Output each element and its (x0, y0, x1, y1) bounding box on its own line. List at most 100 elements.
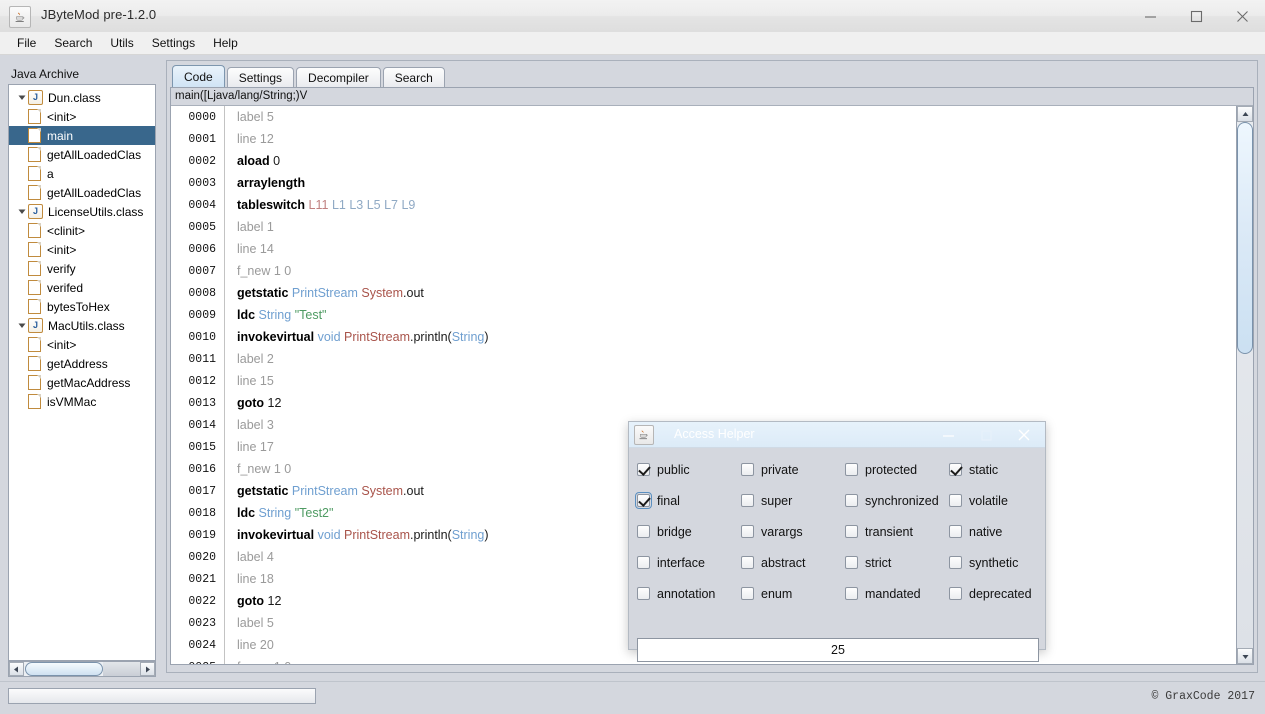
dialog-maximize-button[interactable] (967, 422, 1005, 448)
tree-hscroll-thumb[interactable] (25, 662, 103, 676)
minimize-button[interactable] (1127, 0, 1173, 32)
tab-search[interactable]: Search (382, 67, 445, 88)
checkbox-box-icon[interactable] (845, 463, 858, 476)
checkbox-box-icon[interactable] (949, 525, 962, 538)
tree-node-class[interactable]: J MacUtils.class (9, 316, 155, 335)
checkbox-super[interactable]: super (741, 485, 845, 516)
checkbox-final[interactable]: final (635, 485, 741, 516)
tree-node-method[interactable]: bytesToHex (9, 297, 155, 316)
checkbox-box-icon[interactable] (637, 556, 650, 569)
checkbox-abstract[interactable]: abstract (741, 547, 845, 578)
tree-node-method[interactable]: getMacAddress (9, 373, 155, 392)
scroll-up-icon[interactable] (1237, 106, 1253, 122)
code-vertical-scrollbar[interactable] (1236, 106, 1253, 664)
tab-decompiler[interactable]: Decompiler (296, 67, 381, 88)
checkbox-box-icon[interactable] (741, 556, 754, 569)
tree-node-method[interactable]: verifed (9, 278, 155, 297)
checkbox-box-icon[interactable] (741, 463, 754, 476)
checkbox-box-icon[interactable] (949, 494, 962, 507)
checkbox-box-icon[interactable] (637, 463, 650, 476)
bytecode-row[interactable]: 0003 arraylength (171, 172, 1236, 194)
tab-code[interactable]: Code (172, 65, 225, 88)
checkbox-synchronized[interactable]: synchronized (845, 485, 949, 516)
checkbox-box-icon[interactable] (637, 525, 650, 538)
close-button[interactable] (1219, 0, 1265, 32)
bytecode-row[interactable]: 0008 getstatic PrintStream System.out (171, 282, 1236, 304)
access-value-field[interactable]: 25 (637, 638, 1039, 662)
checkbox-box-icon[interactable] (637, 587, 650, 600)
checkbox-box-icon[interactable] (845, 525, 858, 538)
checkbox-static[interactable]: static (949, 454, 1049, 485)
dialog-titlebar[interactable]: Access Helper (629, 422, 1045, 448)
tree-node-class[interactable]: J LicenseUtils.class (9, 202, 155, 221)
code-vscroll-thumb[interactable] (1237, 122, 1253, 354)
checkbox-box-icon[interactable] (741, 494, 754, 507)
tree-hscroll-track[interactable] (103, 662, 140, 676)
checkbox-private[interactable]: private (741, 454, 845, 485)
tree-node-method[interactable]: <clinit> (9, 221, 155, 240)
bytecode-row[interactable]: 0004 tableswitch L11 L1 L3 L5 L7 L9 (171, 194, 1236, 216)
checkbox-synthetic[interactable]: synthetic (949, 547, 1049, 578)
scroll-left-icon[interactable] (9, 662, 24, 676)
java-archive-tree[interactable]: J Dun.class <init> main getAllLoadedClas a get… (8, 84, 156, 661)
tree-node-class[interactable]: J Dun.class (9, 88, 155, 107)
bytecode-row[interactable]: 0009 ldc String "Test" (171, 304, 1236, 326)
bytecode-row[interactable]: 0010 invokevirtual void PrintStream.print… (171, 326, 1236, 348)
checkbox-box-icon[interactable] (741, 525, 754, 538)
checkbox-mandated[interactable]: mandated (845, 578, 949, 609)
bytecode-row[interactable]: 0000 label 5 (171, 106, 1236, 128)
tree-node-method[interactable]: <init> (9, 107, 155, 126)
menu-item-search[interactable]: Search (45, 33, 101, 53)
bytecode-row[interactable]: 0007 f_new 1 0 (171, 260, 1236, 282)
checkbox-box-icon[interactable] (949, 556, 962, 569)
chevron-down-icon[interactable] (16, 202, 28, 221)
menu-item-help[interactable]: Help (204, 33, 247, 53)
tree-node-method[interactable]: <init> (9, 240, 155, 259)
tab-settings[interactable]: Settings (226, 67, 295, 88)
tree-node-method[interactable]: getAllLoadedClas (9, 145, 155, 164)
checkbox-protected[interactable]: protected (845, 454, 949, 485)
checkbox-box-icon[interactable] (949, 587, 962, 600)
menu-item-settings[interactable]: Settings (143, 33, 204, 53)
checkbox-volatile[interactable]: volatile (949, 485, 1049, 516)
tree-node-method[interactable]: getAddress (9, 354, 155, 373)
bytecode-row[interactable]: 0011 label 2 (171, 348, 1236, 370)
chevron-down-icon[interactable] (16, 88, 28, 107)
checkbox-transient[interactable]: transient (845, 516, 949, 547)
menu-item-utils[interactable]: Utils (101, 33, 142, 53)
scroll-down-icon[interactable] (1237, 648, 1253, 664)
checkbox-box-icon[interactable] (635, 492, 652, 509)
bytecode-row[interactable]: 0012 line 15 (171, 370, 1236, 392)
checkbox-bridge[interactable]: bridge (637, 516, 741, 547)
checkbox-box-icon[interactable] (741, 587, 754, 600)
code-vscroll-track[interactable] (1237, 122, 1253, 648)
checkbox-deprecated[interactable]: deprecated (949, 578, 1049, 609)
tree-horizontal-scrollbar[interactable] (8, 661, 156, 677)
checkbox-varargs[interactable]: varargs (741, 516, 845, 547)
tree-node-method[interactable]: main (9, 126, 155, 145)
checkbox-interface[interactable]: interface (637, 547, 741, 578)
checkbox-annotation[interactable]: annotation (637, 578, 741, 609)
chevron-down-icon[interactable] (16, 316, 28, 335)
bytecode-row[interactable]: 0001 line 12 (171, 128, 1236, 150)
checkbox-strict[interactable]: strict (845, 547, 949, 578)
checkbox-box-icon[interactable] (845, 556, 858, 569)
tree-node-method[interactable]: verify (9, 259, 155, 278)
tree-node-method[interactable]: isVMMac (9, 392, 155, 411)
checkbox-public[interactable]: public (637, 454, 741, 485)
checkbox-box-icon[interactable] (845, 587, 858, 600)
bytecode-row[interactable]: 0006 line 14 (171, 238, 1236, 260)
dialog-minimize-button[interactable] (929, 422, 967, 448)
bytecode-row[interactable]: 0002 aload 0 (171, 150, 1236, 172)
checkbox-native[interactable]: native (949, 516, 1049, 547)
checkbox-enum[interactable]: enum (741, 578, 845, 609)
tree-node-method[interactable]: a (9, 164, 155, 183)
bytecode-row[interactable]: 0013 goto 12 (171, 392, 1236, 414)
maximize-button[interactable] (1173, 0, 1219, 32)
tree-node-method[interactable]: <init> (9, 335, 155, 354)
menu-item-file[interactable]: File (8, 33, 45, 53)
dialog-close-button[interactable] (1005, 422, 1043, 448)
scroll-right-icon[interactable] (140, 662, 155, 676)
checkbox-box-icon[interactable] (845, 494, 858, 507)
tree-node-method[interactable]: getAllLoadedClas (9, 183, 155, 202)
